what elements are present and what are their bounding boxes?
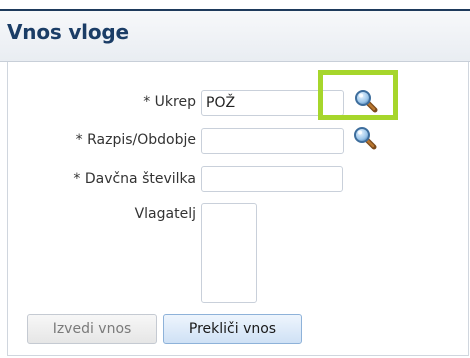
davcna-field[interactable] <box>201 166 343 192</box>
dialog: Vnos vloge * Ukrep POŽ * Razpis/Obdobje <box>0 0 470 358</box>
davcna-label: * Davčna številka <box>73 171 196 187</box>
focus-highlight <box>318 70 398 120</box>
cancel-button[interactable]: Prekliči vnos <box>163 314 302 344</box>
ukrep-label: * Ukrep <box>143 94 196 110</box>
vlagatelj-field[interactable] <box>201 203 257 303</box>
vlagatelj-label: Vlagatelj <box>134 206 196 222</box>
dialog-title: Vnos vloge <box>7 20 129 44</box>
razpis-search-button[interactable] <box>352 125 378 151</box>
submit-button[interactable]: Izvedi vnos <box>27 314 157 344</box>
razpis-field[interactable] <box>201 128 344 154</box>
magnifier-icon <box>354 127 377 150</box>
razpis-label: * Razpis/Obdobje <box>75 132 196 148</box>
